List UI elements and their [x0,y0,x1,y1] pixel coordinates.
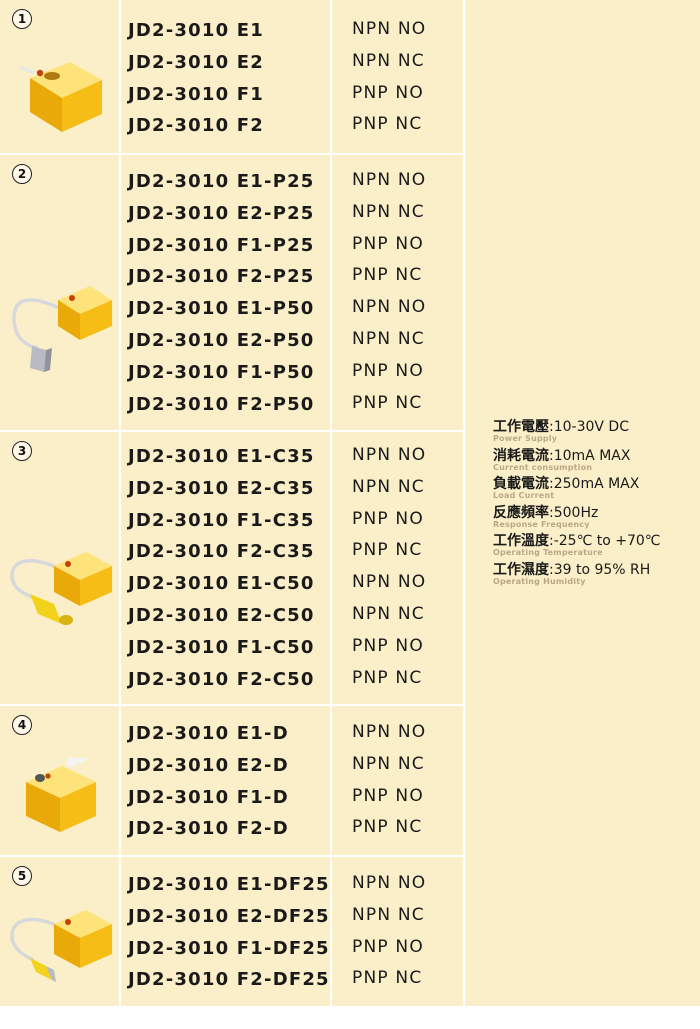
output-type: PNP NO [352,786,424,806]
output-type: PNP NO [352,83,424,103]
model-name: JD2-3010 F1-C35 [128,510,315,531]
spec-value: :500Hz [549,504,599,521]
model-name: JD2-3010 F2-P25 [128,266,315,287]
model-name: JD2-3010 E2-D [128,755,289,776]
spec-label: 工作濕度 [493,561,549,578]
product-spec-sheet: 1 2 3 4 5 JD2-3010 E1 NPN NO JD2-3010 E2… [0,0,700,1029]
sensor-with-terminal-image [26,758,96,832]
spec-value: :39 to 95% RH [549,561,651,578]
output-type: PNP NC [352,265,423,285]
spec-operating-temperature: 工作溫度:-25℃ to +70℃ Operating Temperature [493,532,693,561]
spec-load-current: 負載電流:250mA MAX Load Current [493,475,693,504]
model-name: JD2-3010 F1-D [128,787,289,808]
output-type: NPN NC [352,905,425,925]
output-type: NPN NO [352,170,427,190]
model-name: JD2-3010 E2 [128,52,265,73]
spec-value: :250mA MAX [549,476,640,493]
output-type: NPN NC [352,477,425,497]
model-name: JD2-3010 E2-C50 [128,605,315,626]
output-type: NPN NC [352,329,425,349]
model-name: JD2-3010 E2-P25 [128,203,315,224]
model-name: JD2-3010 E2-P50 [128,330,315,351]
spec-value: :-25℃ to +70℃ [549,533,661,550]
model-name: JD2-3010 F2-P50 [128,394,315,415]
output-type: NPN NC [352,754,425,774]
output-type: PNP NC [352,668,423,688]
model-name: JD2-3010 E1-C50 [128,573,315,594]
spec-label: 工作溫度 [493,533,549,550]
output-type: PNP NO [352,509,424,529]
spec-label: 負載電流 [493,476,549,493]
output-type: NPN NO [352,873,427,893]
output-type: PNP NO [352,937,424,957]
model-name: JD2-3010 F1-P50 [128,362,315,383]
spec-response-frequency: 反應頻率:500Hz Response Frequency [493,504,693,533]
model-name: JD2-3010 E1 [128,20,265,41]
output-type: PNP NC [352,393,423,413]
model-name: JD2-3010 E1-C35 [128,446,315,467]
spec-label: 消耗電流 [493,447,549,464]
output-type: PNP NC [352,540,423,560]
spec-power-supply: 工作電壓:10-30V DC Power Supply [493,418,693,447]
sensor-with-yellow-connector-image [10,552,112,625]
model-name: JD2-3010 F1-P25 [128,235,315,256]
model-name: JD2-3010 E1-DF25 [128,874,330,895]
group-2-types-cell [332,155,463,430]
model-name: JD2-3010 F1 [128,84,265,105]
output-type: NPN NO [352,19,427,39]
sensor-image [19,62,102,132]
group-number-badge: 4 [12,715,32,735]
output-type: PNP NC [352,817,423,837]
output-type: PNP NC [352,968,423,988]
model-name: JD2-3010 F2 [128,115,265,136]
model-name: JD2-3010 E1-P25 [128,171,315,192]
spec-label: 反應頻率 [493,504,549,521]
output-type: NPN NO [352,722,427,742]
group-number-badge: 3 [12,441,32,461]
output-type: NPN NC [352,604,425,624]
spec-current-consumption: 消耗電流:10mA MAX Current consumption [493,447,693,476]
sensor-with-grey-connector-image [12,286,112,372]
model-name: JD2-3010 F2-D [128,818,289,839]
output-type: NPN NO [352,445,427,465]
output-type: PNP NO [352,234,424,254]
model-name: JD2-3010 F1-DF25 [128,938,330,959]
group-3-models-cell [121,432,330,704]
output-type: NPN NC [352,51,425,71]
output-type: NPN NC [352,202,425,222]
group-number-badge: 1 [12,9,32,29]
specifications-list: 工作電壓:10-30V DC Power Supply 消耗電流:10mA MA… [493,418,693,590]
model-name: JD2-3010 E1-D [128,723,289,744]
model-name: JD2-3010 F2-DF25 [128,969,330,990]
output-type: PNP NC [352,114,423,134]
model-name: JD2-3010 E2-C35 [128,478,315,499]
spec-label: 工作電壓 [493,419,549,435]
spec-subtitle: Operating Temperature [493,548,603,558]
sensor-with-small-connector-image [10,910,112,982]
output-type: NPN NO [352,297,427,317]
spec-value: :10mA MAX [549,447,631,464]
group-3-types-cell [332,432,463,704]
spec-value: :10-30V DC [549,419,629,435]
group-number-badge: 2 [12,164,32,184]
model-name: JD2-3010 F2-C35 [128,541,315,562]
model-name: JD2-3010 E1-P50 [128,298,315,319]
model-name: JD2-3010 F2-C50 [128,669,315,690]
group-number-badge: 5 [12,866,32,886]
model-name: JD2-3010 F1-C50 [128,637,315,658]
spec-operating-humidity: 工作濕度:39 to 95% RH Operating Humidity [493,561,693,590]
output-type: NPN NO [352,572,427,592]
output-type: PNP NO [352,636,424,656]
group-1-image-cell: 1 [0,0,119,153]
model-name: JD2-3010 E2-DF25 [128,906,330,927]
output-type: PNP NO [352,361,424,381]
group-2-models-cell [121,155,330,430]
